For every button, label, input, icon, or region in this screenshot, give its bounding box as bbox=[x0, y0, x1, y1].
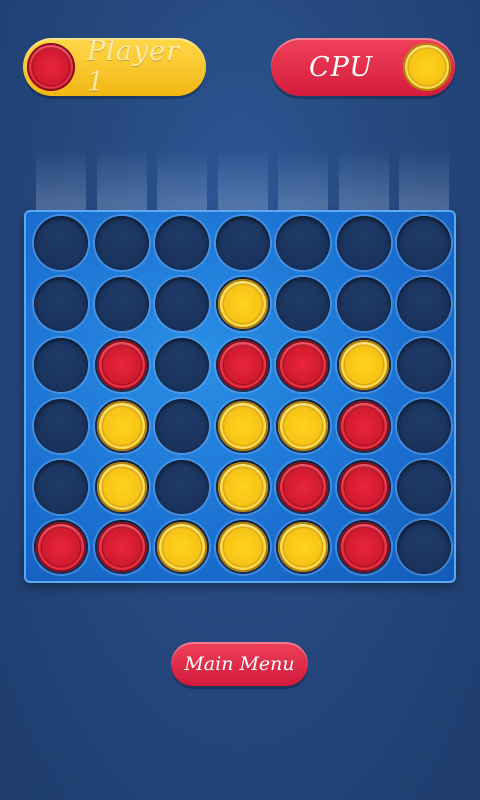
board-cell-r5-c6[interactable] bbox=[337, 460, 391, 514]
board-cell-r2-c5[interactable] bbox=[276, 277, 330, 331]
red-disc bbox=[36, 522, 86, 572]
board-cell-r4-c2[interactable] bbox=[95, 399, 149, 453]
board-cell-r3-c1[interactable] bbox=[34, 338, 88, 392]
board-cell-r2-c1[interactable] bbox=[34, 277, 88, 331]
red-disc bbox=[339, 401, 389, 451]
board-cell-r1-c6[interactable] bbox=[337, 216, 391, 270]
yellow-disc bbox=[339, 340, 389, 390]
yellow-disc bbox=[218, 522, 268, 572]
drop-chute-col-6[interactable] bbox=[339, 148, 389, 210]
board-cell-r2-c3[interactable] bbox=[155, 277, 209, 331]
board-cell-r1-c4[interactable] bbox=[216, 216, 270, 270]
yellow-disc bbox=[157, 522, 207, 572]
player1-badge: Player 1 bbox=[23, 36, 206, 98]
board-cell-r5-c3[interactable] bbox=[155, 460, 209, 514]
red-disc bbox=[97, 522, 147, 572]
red-disc bbox=[278, 462, 328, 512]
board-cell-r6-c3[interactable] bbox=[155, 520, 209, 574]
board-cell-r2-c7[interactable] bbox=[397, 277, 451, 331]
board-cell-r6-c5[interactable] bbox=[276, 520, 330, 574]
board-cell-r4-c4[interactable] bbox=[216, 399, 270, 453]
board-cell-r1-c5[interactable] bbox=[276, 216, 330, 270]
drop-chute-col-2[interactable] bbox=[97, 148, 147, 210]
drop-chute-col-7[interactable] bbox=[399, 148, 449, 210]
board-cell-r4-c1[interactable] bbox=[34, 399, 88, 453]
yellow-disc bbox=[278, 401, 328, 451]
board-cell-r4-c5[interactable] bbox=[276, 399, 330, 453]
board-cell-r2-c4[interactable] bbox=[216, 277, 270, 331]
yellow-disc bbox=[97, 401, 147, 451]
board-cell-r3-c2[interactable] bbox=[95, 338, 149, 392]
yellow-disc bbox=[218, 279, 268, 329]
board-cell-r4-c3[interactable] bbox=[155, 399, 209, 453]
cpu-label: CPU bbox=[309, 51, 374, 83]
drop-chute-col-4[interactable] bbox=[218, 148, 268, 210]
board-cell-r6-c1[interactable] bbox=[34, 520, 88, 574]
player1-disc-icon bbox=[27, 43, 75, 91]
board-cell-r5-c7[interactable] bbox=[397, 460, 451, 514]
board-cell-r1-c3[interactable] bbox=[155, 216, 209, 270]
board-cell-r5-c4[interactable] bbox=[216, 460, 270, 514]
board-cell-r2-c6[interactable] bbox=[337, 277, 391, 331]
board-cell-r6-c4[interactable] bbox=[216, 520, 270, 574]
board-cell-r6-c6[interactable] bbox=[337, 520, 391, 574]
main-menu-button[interactable]: Main Menu bbox=[171, 642, 308, 686]
drop-chute-col-5[interactable] bbox=[278, 148, 328, 210]
yellow-disc bbox=[218, 462, 268, 512]
board-cell-r1-c1[interactable] bbox=[34, 216, 88, 270]
board-cell-r3-c4[interactable] bbox=[216, 338, 270, 392]
board-cell-r4-c7[interactable] bbox=[397, 399, 451, 453]
red-disc bbox=[278, 340, 328, 390]
board-cell-r3-c6[interactable] bbox=[337, 338, 391, 392]
player1-label: Player 1 bbox=[87, 36, 181, 98]
yellow-disc bbox=[97, 462, 147, 512]
board-cell-r4-c6[interactable] bbox=[337, 399, 391, 453]
cpu-badge: CPU bbox=[271, 38, 455, 96]
game-board[interactable] bbox=[24, 210, 456, 583]
board-cell-r3-c5[interactable] bbox=[276, 338, 330, 392]
board-cell-r1-c2[interactable] bbox=[95, 216, 149, 270]
board-cell-r5-c1[interactable] bbox=[34, 460, 88, 514]
cpu-disc-icon bbox=[403, 43, 451, 91]
red-disc bbox=[218, 340, 268, 390]
board-cell-r5-c5[interactable] bbox=[276, 460, 330, 514]
yellow-disc bbox=[218, 401, 268, 451]
board-cell-r2-c2[interactable] bbox=[95, 277, 149, 331]
board-cell-r5-c2[interactable] bbox=[95, 460, 149, 514]
yellow-disc bbox=[278, 522, 328, 572]
board-cell-r6-c7[interactable] bbox=[397, 520, 451, 574]
red-disc bbox=[97, 340, 147, 390]
board-cell-r3-c7[interactable] bbox=[397, 338, 451, 392]
board-cell-r1-c7[interactable] bbox=[397, 216, 451, 270]
red-disc bbox=[339, 462, 389, 512]
board-cell-r3-c3[interactable] bbox=[155, 338, 209, 392]
board-cell-r6-c2[interactable] bbox=[95, 520, 149, 574]
red-disc bbox=[339, 522, 389, 572]
drop-chute-col-3[interactable] bbox=[157, 148, 207, 210]
drop-chute-col-1[interactable] bbox=[36, 148, 86, 210]
